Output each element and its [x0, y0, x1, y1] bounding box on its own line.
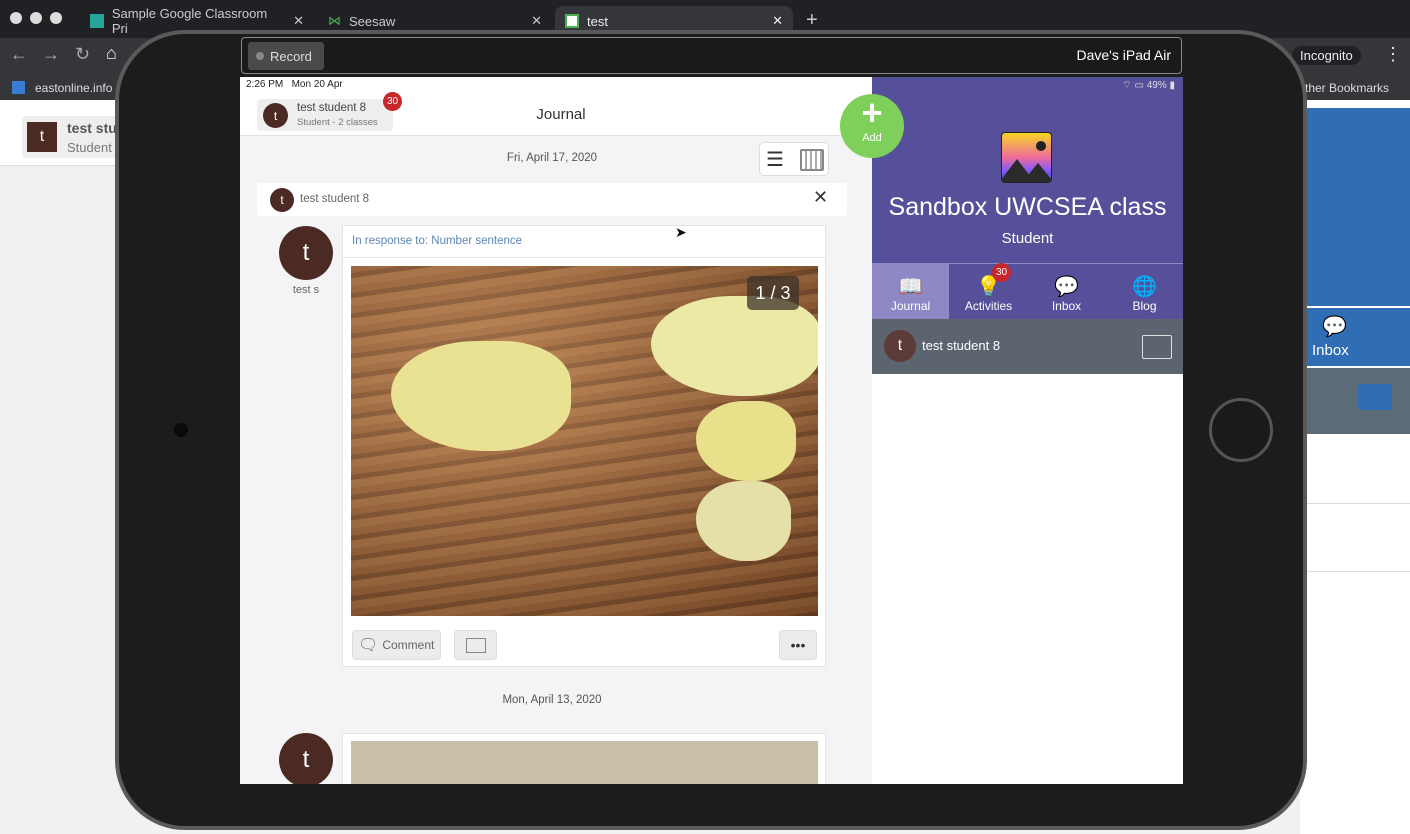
new-tab-button[interactable]: + — [806, 9, 818, 32]
globe-icon: 🌐 — [1132, 276, 1157, 298]
plus-icon: + — [861, 92, 883, 133]
avatar: t — [270, 188, 294, 212]
chat-icon: 💬 — [1054, 276, 1079, 298]
folder-icon[interactable] — [1142, 335, 1172, 359]
duck-drawing — [696, 401, 796, 481]
home-icon[interactable]: ⌂ — [106, 43, 117, 64]
class-role: Student — [1001, 230, 1054, 247]
page-counter: 1 / 3 — [747, 276, 799, 310]
folder-icon — [1358, 384, 1392, 410]
journal-pane: 2:26 PM Mon 20 Apr t test student 8 Stud… — [240, 77, 872, 784]
incognito-badge[interactable]: Incognito — [1292, 46, 1361, 65]
post-card: In response to: Number sentence 1 / 3 🗨 C… — [342, 225, 826, 667]
window-controls[interactable] — [10, 12, 62, 24]
more-button[interactable]: ••• — [779, 630, 817, 660]
comment-icon: 🗨 — [358, 637, 379, 654]
mouse-cursor: ➤ — [675, 224, 687, 240]
close-icon[interactable]: ✕ — [531, 13, 542, 29]
reload-icon[interactable]: ↻ — [75, 44, 90, 65]
home-button[interactable] — [1209, 398, 1273, 462]
calendar-icon[interactable] — [800, 149, 824, 171]
other-bookmarks[interactable]: ther Bookmarks — [1305, 81, 1389, 95]
book-icon: 📖 — [898, 276, 923, 298]
post-card — [342, 733, 826, 784]
classroom-icon — [90, 14, 104, 28]
class-icon — [1001, 132, 1052, 183]
post-photo[interactable] — [351, 741, 818, 784]
close-icon[interactable]: ✕ — [813, 187, 828, 208]
folder-button[interactable] — [454, 630, 497, 660]
post-photo[interactable]: 1 / 3 — [351, 266, 818, 616]
recorder-bar: Record Dave's iPad Air — [241, 37, 1182, 74]
back-icon[interactable]: ← — [10, 44, 28, 65]
author-avatar[interactable]: t — [279, 733, 333, 784]
seesaw-icon: ⋈ — [328, 13, 341, 28]
nav-blog[interactable]: 🌐 Blog — [1106, 263, 1183, 319]
folder-icon — [466, 638, 486, 653]
date-divider: Mon, April 13, 2020 — [502, 694, 602, 706]
bookmark-icon — [12, 81, 25, 94]
close-icon[interactable]: ✕ — [772, 13, 783, 29]
author-avatar[interactable]: t — [279, 226, 333, 280]
view-toggle: ☰ — [759, 142, 829, 176]
post-header: t test student 8 ✕ — [257, 183, 847, 216]
list-view-icon[interactable]: ☰ — [766, 147, 784, 172]
camera — [174, 423, 188, 437]
bg-user-header: t test stu Student — [0, 100, 132, 166]
response-link[interactable]: In response to: Number sentence — [352, 235, 522, 247]
forward-icon[interactable]: → — [42, 44, 60, 65]
seesaw-icon — [565, 14, 579, 28]
comment-button[interactable]: 🗨 Comment — [352, 630, 441, 660]
duck-drawing — [696, 481, 791, 561]
add-button[interactable]: + Add — [840, 94, 904, 158]
menu-icon[interactable]: ⋮ — [1384, 44, 1402, 65]
nav-inbox[interactable]: 💬 Inbox — [1028, 263, 1105, 319]
class-panel: ⌔ ▭ 49% ▮ Sandbox UWCSEA class Student 📖… — [872, 77, 1183, 784]
device-name: Dave's iPad Air — [1076, 47, 1172, 63]
close-icon[interactable]: ✕ — [293, 13, 304, 29]
nav-activities[interactable]: 💡 Activities — [950, 263, 1027, 319]
page-title: Journal — [536, 106, 586, 123]
status-icons: ⌔ ▭ 49% ▮ — [1122, 80, 1175, 91]
bookmark-eastonline[interactable]: eastonline.info — [35, 81, 112, 95]
chat-icon: 💬 — [1322, 316, 1347, 338]
ipad-screen: 2:26 PM Mon 20 Apr t test student 8 Stud… — [240, 77, 1183, 784]
bg-inbox-tab[interactable]: Inbox 💬 — [1300, 308, 1410, 366]
avatar: t — [27, 122, 57, 152]
nav-journal[interactable]: 📖 Journal — [872, 263, 949, 319]
student-row[interactable]: t test student 8 — [872, 319, 1183, 374]
avatar: t — [884, 330, 916, 362]
activities-badge: 30 — [992, 263, 1011, 282]
record-button[interactable]: Record — [248, 42, 324, 70]
record-dot-icon — [256, 52, 264, 60]
class-name: Sandbox UWCSEA class — [888, 193, 1167, 221]
